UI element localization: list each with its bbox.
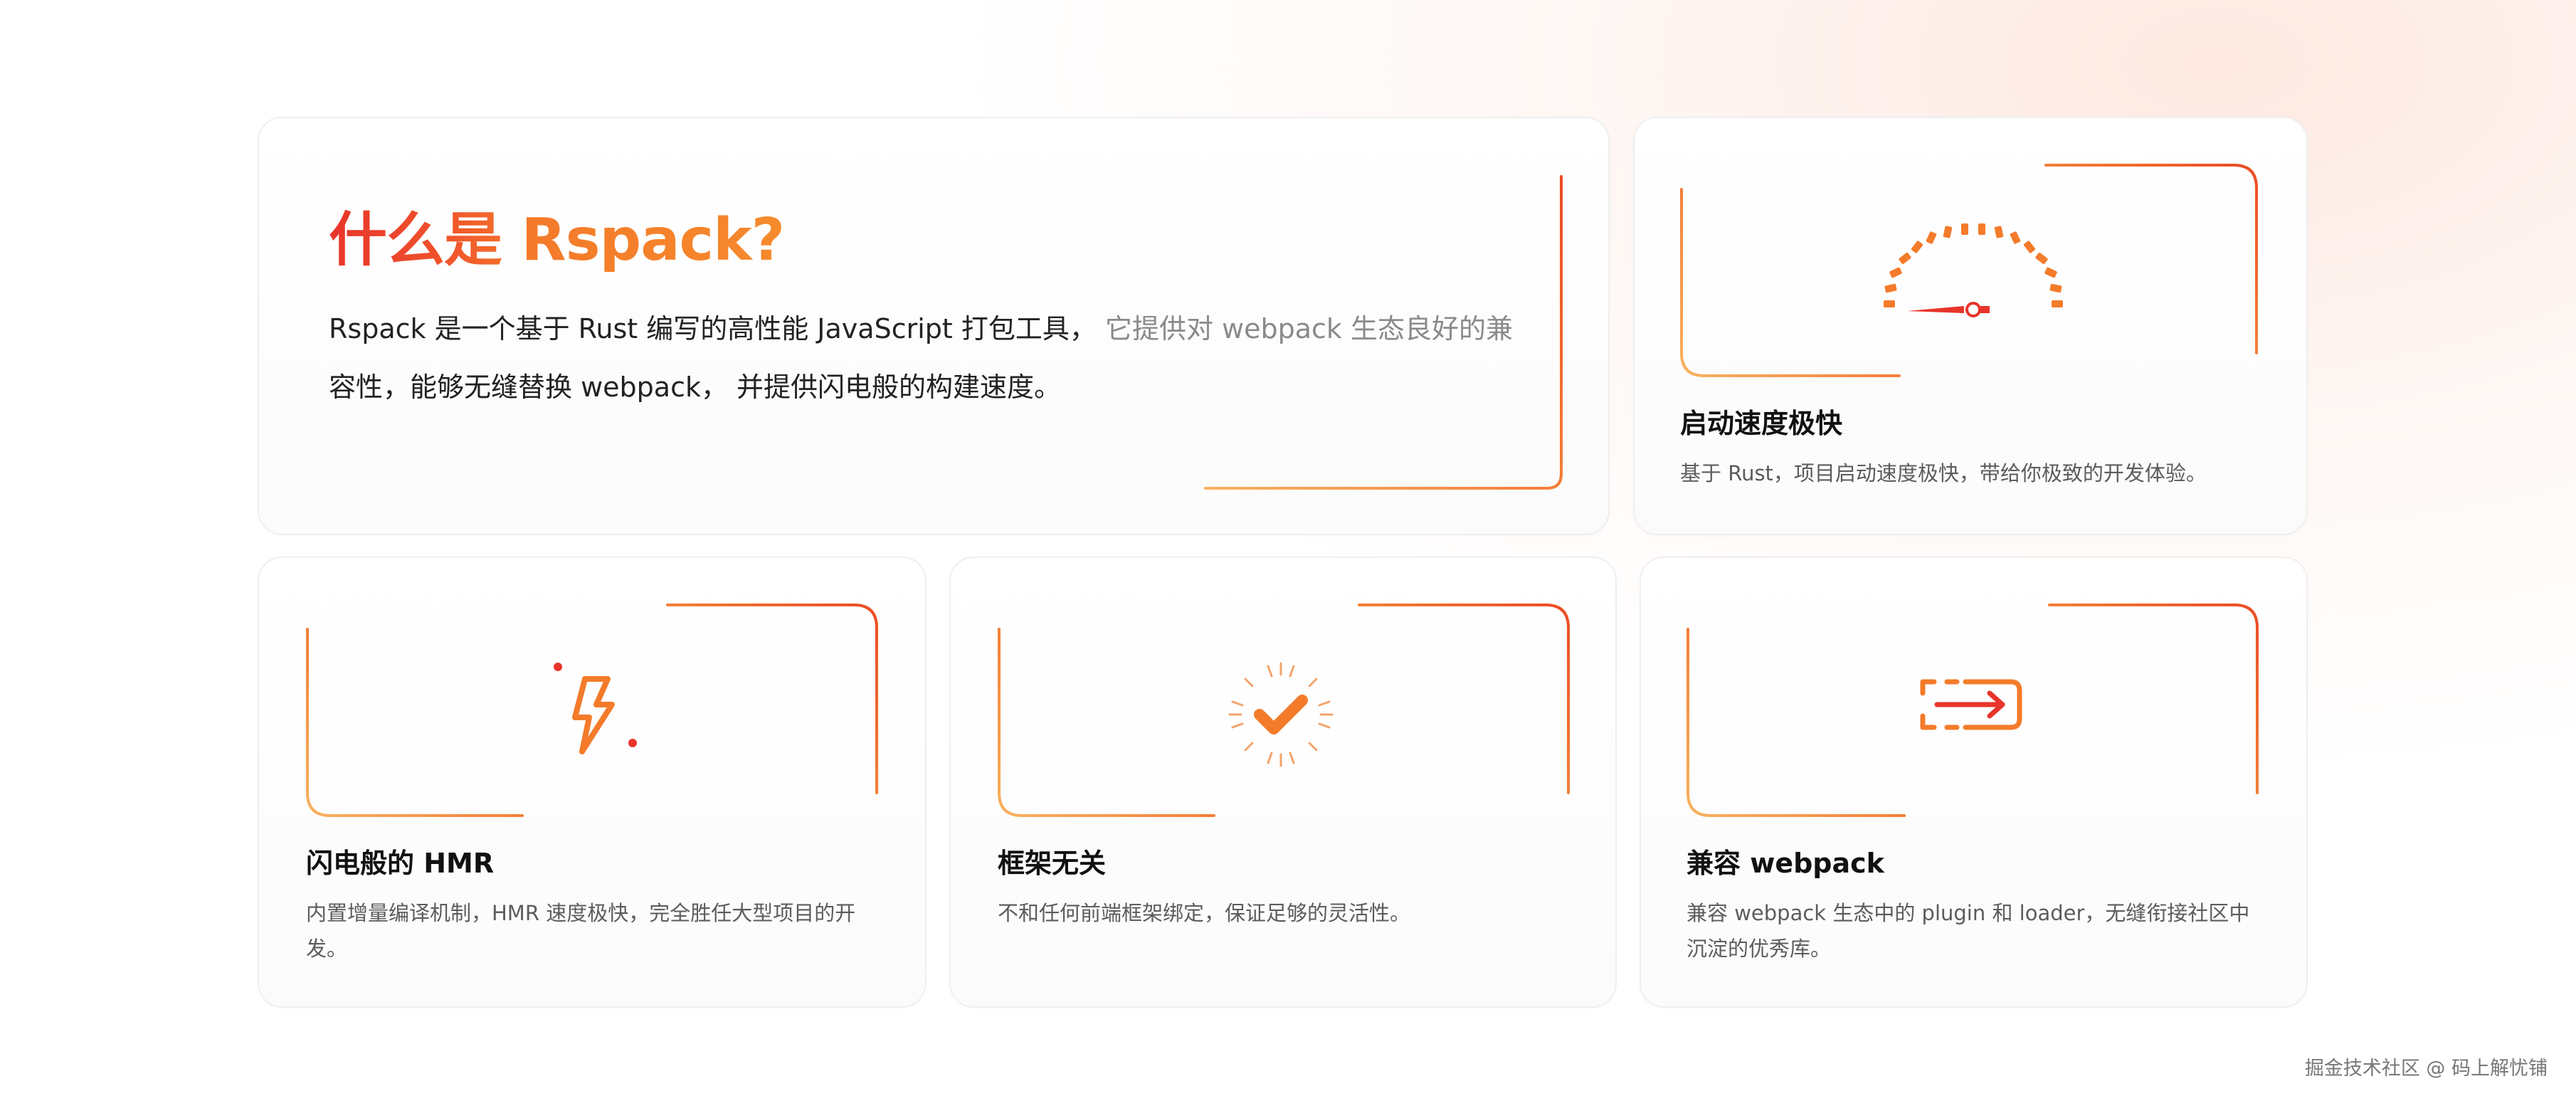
feature-title: 闪电般的 HMR [306, 848, 495, 879]
watermark: 掘金技术社区 @ 码上解忧铺 [2304, 1058, 2548, 1080]
check-burst-icon [1228, 662, 1334, 767]
hero-desc-main: Rspack 是一个基于 Rust 编写的高性能 JavaScript 打包工具… [329, 313, 1097, 344]
feature-description: 兼容 webpack 生态中的 plugin 和 loader，无缝衔接社区中沉… [1686, 901, 2250, 961]
migrate-icon [1920, 679, 2022, 730]
hero-title: 什么是 Rspack? [329, 192, 785, 277]
feature-card-hmr: 闪电般的 HMR 内置增量编译机制，HMR 速度极快，完全胜任大型项目的开发。 [258, 557, 927, 1008]
feature-card-webpack-compat: 兼容 webpack 兼容 webpack 生态中的 plugin 和 load… [1640, 557, 2308, 1008]
feature-card-framework-agnostic: 框架无关 不和任何前端框架绑定，保证足够的灵活性。 [949, 557, 1617, 1008]
feature-title: 框架无关 [998, 848, 1107, 879]
hero-desc-muted: 它提供对 webpack 生态良好的兼 [1104, 313, 1514, 344]
feature-description: 不和任何前端框架绑定，保证足够的灵活性。 [998, 901, 1411, 925]
feature-description: 内置增量编译机制，HMR 速度极快，完全胜任大型项目的开发。 [306, 901, 856, 961]
lightning-icon [554, 663, 637, 754]
hero-card: 什么是 Rspack? Rspack 是一个基于 Rust 编写的高性能 Jav… [258, 117, 1610, 535]
feature-title: 启动速度极快 [1680, 408, 1843, 439]
hero-description: Rspack 是一个基于 Rust 编写的高性能 JavaScript 打包工具… [329, 300, 1524, 416]
decorative-frame [998, 604, 1570, 817]
feature-card-startup-speed: 启动速度极快 基于 Rust，项目启动速度极快，带给你极致的开发体验。 [1633, 117, 2308, 535]
feature-description: 基于 Rust，项目启动速度极快，带给你极致的开发体验。 [1680, 461, 2207, 485]
speedometer-icon [1884, 223, 2063, 317]
feature-title: 兼容 webpack [1686, 848, 1884, 879]
hero-desc-rest: 容性，能够无缝替换 webpack， 并提供闪电般的构建速度。 [329, 372, 1062, 403]
